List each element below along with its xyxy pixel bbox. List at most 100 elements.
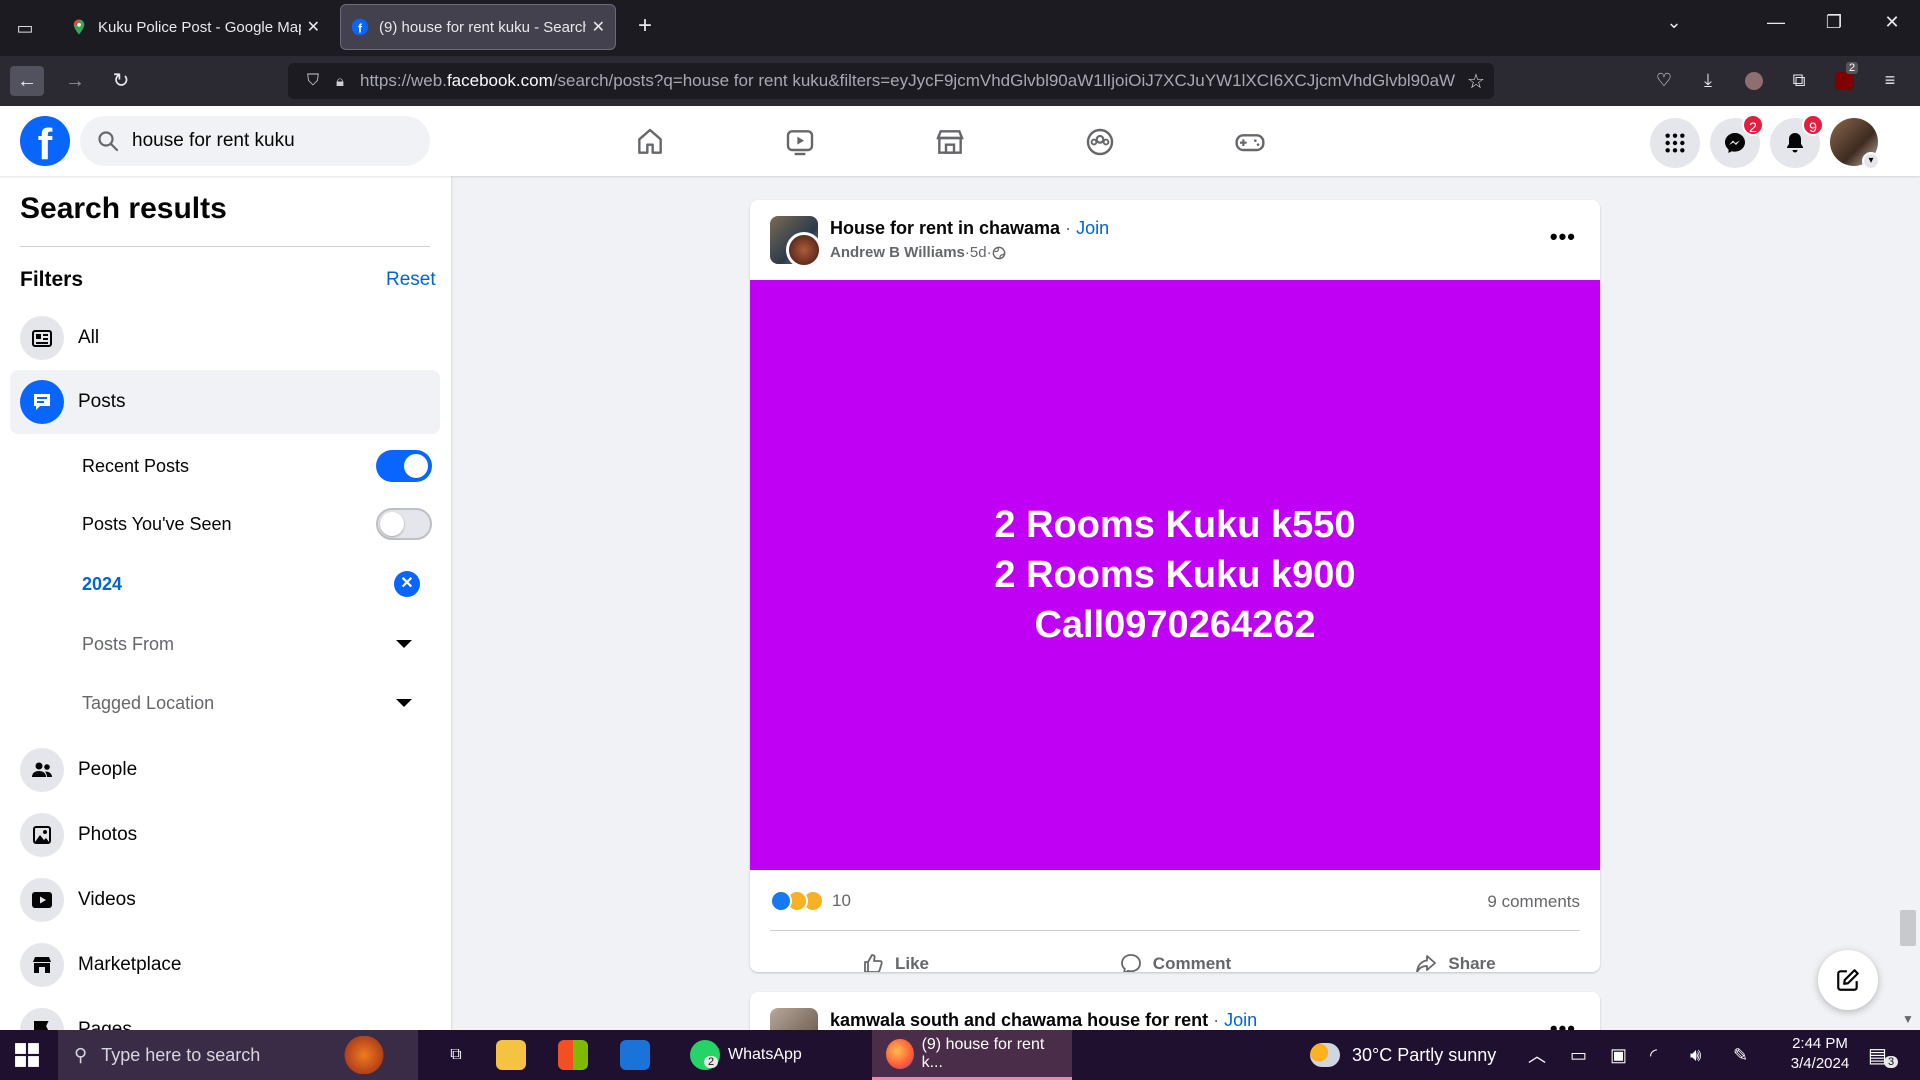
tagged-location-filter[interactable]: Tagged Location xyxy=(82,683,432,723)
comment-button[interactable]: Comment xyxy=(1040,942,1310,972)
sidebar-item-photos[interactable]: Photos xyxy=(10,803,440,867)
weather-widget[interactable]: 30°C Partly sunny xyxy=(1310,1030,1496,1080)
groups-icon xyxy=(1086,128,1114,156)
posts-from-filter[interactable]: Posts From xyxy=(82,624,432,664)
posts-seen-toggle[interactable] xyxy=(376,508,432,540)
post-time-link[interactable]: 5d xyxy=(970,244,987,261)
browser-nav-bar: ← → ↻ ⛉ 🔒︎ https://web.facebook.com/sear… xyxy=(0,56,1920,106)
taskbar-search-box[interactable]: ⚲ Type here to search xyxy=(58,1030,418,1080)
recent-posts-toggle[interactable] xyxy=(376,450,432,482)
author-name-link[interactable]: Andrew B Williams xyxy=(830,244,965,261)
taskbar-file-explorer[interactable] xyxy=(496,1030,534,1080)
volume-icon[interactable]: 🔊︎ xyxy=(1690,1030,1701,1080)
search-icon: ⚲ xyxy=(74,1044,88,1065)
share-button[interactable]: Share xyxy=(1320,942,1590,972)
nav-groups[interactable] xyxy=(1040,120,1160,164)
close-tab-icon[interactable]: ✕ xyxy=(307,17,320,37)
bookmark-star-icon[interactable]: ☆ xyxy=(1458,69,1494,94)
show-hidden-icons[interactable]: ︿ xyxy=(1528,1030,1546,1080)
like-button[interactable]: Like xyxy=(760,942,1030,972)
clock-date: 3/4/2024 xyxy=(1790,1055,1850,1072)
close-window-icon[interactable]: ✕ xyxy=(1872,12,1912,33)
back-icon[interactable]: ← xyxy=(10,66,44,96)
post-text: 2 Rooms Kuku k550 2 Rooms Kuku k900 Call… xyxy=(994,500,1355,650)
chevron-down-icon[interactable]: ▾ xyxy=(1862,152,1880,170)
search-input[interactable] xyxy=(132,130,392,152)
reload-icon[interactable]: ↻ xyxy=(104,66,138,96)
reset-link[interactable]: Reset xyxy=(386,269,436,291)
taskbar-clock[interactable]: 2:44 PM 3/4/2024 xyxy=(1770,1034,1870,1074)
nav-gaming[interactable] xyxy=(1190,120,1310,164)
sidebar-item-people[interactable]: People xyxy=(10,738,440,802)
battery-icon[interactable]: ▭ xyxy=(1570,1030,1587,1080)
taskbar-whatsapp[interactable]: 2 WhatsApp xyxy=(680,1030,812,1080)
scrollbar-thumb[interactable] xyxy=(1900,910,1916,946)
comment-label: Comment xyxy=(1152,954,1232,972)
restore-icon[interactable]: ❐ xyxy=(1814,12,1854,33)
videos-icon xyxy=(20,878,64,922)
messenger-button[interactable]: 2 xyxy=(1710,114,1764,168)
close-tab-icon[interactable]: ✕ xyxy=(592,17,605,37)
sidebar-item-all[interactable]: All xyxy=(10,306,440,370)
pen-icon[interactable]: ✎ xyxy=(1733,1030,1748,1080)
minimize-icon[interactable]: — xyxy=(1756,12,1796,33)
downloads-icon[interactable]: ⤓ xyxy=(1694,70,1722,94)
facebook-logo-icon[interactable]: f xyxy=(20,116,70,166)
taskbar-store[interactable] xyxy=(558,1030,596,1080)
pages-icon xyxy=(20,1008,64,1030)
taskbar-firefox[interactable]: (9) house for rent k... xyxy=(872,1030,1072,1080)
task-view-icon[interactable]: ⧉ xyxy=(436,1030,476,1080)
sidebar-item-pages[interactable]: Pages xyxy=(10,998,440,1030)
compose-icon xyxy=(1837,969,1859,991)
nav-video[interactable] xyxy=(740,120,860,164)
post-options-icon[interactable]: ••• xyxy=(1550,224,1576,250)
author-avatar[interactable] xyxy=(786,232,822,268)
reaction-summary[interactable]: 10 xyxy=(770,890,851,912)
taskbar-mail[interactable] xyxy=(620,1030,658,1080)
forward-icon[interactable]: → xyxy=(58,66,92,96)
sidebar-item-posts[interactable]: Posts xyxy=(10,370,440,434)
url-text[interactable]: https://web.facebook.com/search/posts?q=… xyxy=(352,71,1458,91)
profile-dot-icon[interactable] xyxy=(1740,70,1768,94)
separator-dot: · xyxy=(1060,218,1077,238)
lock-icon[interactable]: 🔒︎ xyxy=(328,73,352,90)
reaction-count: 10 xyxy=(832,891,851,910)
windows-start-icon[interactable] xyxy=(14,1042,40,1068)
facebook-search-box[interactable] xyxy=(80,116,430,166)
tab-list-icon[interactable]: ▭ xyxy=(10,14,40,42)
extensions-icon[interactable]: ⧉ xyxy=(1785,70,1813,94)
tab-google-maps[interactable]: Kuku Police Post - Google Maps ✕ xyxy=(60,4,330,50)
scroll-down-icon[interactable]: ▼ xyxy=(1902,1012,1914,1026)
tab-title: Kuku Police Post - Google Maps xyxy=(98,18,301,36)
new-message-button[interactable] xyxy=(1818,950,1878,1010)
sidebar-item-marketplace[interactable]: Marketplace xyxy=(10,933,440,997)
sidebar-item-label: All xyxy=(78,327,100,348)
tab-facebook-search[interactable]: f (9) house for rent kuku - Search ✕ xyxy=(340,4,616,50)
tracking-shield-icon[interactable]: ⛉ xyxy=(298,72,328,90)
notifications-button[interactable]: 9 xyxy=(1770,114,1824,168)
meet-now-icon[interactable]: ▣ xyxy=(1610,1030,1627,1080)
nav-home[interactable] xyxy=(590,120,710,164)
group-avatar[interactable] xyxy=(770,216,822,268)
app-root: ▭ Kuku Police Post - Google Maps ✕ f (9)… xyxy=(0,0,1920,1080)
action-center-icon[interactable]: ▤ 3 xyxy=(1868,1030,1899,1080)
like-label: Like xyxy=(894,954,930,972)
pocket-icon[interactable]: ♡ xyxy=(1650,70,1678,94)
group-name-link[interactable]: House for rent in chawama xyxy=(830,218,1060,238)
menu-icon[interactable]: ≡ xyxy=(1876,70,1904,94)
wifi-icon[interactable]: ◜ xyxy=(1650,1030,1657,1080)
sidebar-item-videos[interactable]: Videos xyxy=(10,868,440,932)
tab-overflow-icon[interactable]: ⌄ xyxy=(1654,12,1694,33)
menu-grid-button[interactable] xyxy=(1650,118,1700,168)
join-group-link[interactable]: Join xyxy=(1224,1010,1257,1030)
join-group-link[interactable]: Join xyxy=(1076,218,1109,238)
clock-time: 2:44 PM xyxy=(1792,1035,1848,1052)
date-posted-filter[interactable]: 2024 ✕ xyxy=(82,564,432,604)
clear-filter-icon[interactable]: ✕ xyxy=(394,571,420,597)
group-name-link[interactable]: kamwala south and chawama house for rent xyxy=(830,1010,1208,1030)
nav-marketplace[interactable] xyxy=(890,120,1010,164)
comments-count-link[interactable]: 9 comments xyxy=(1487,892,1580,912)
new-tab-button[interactable]: + xyxy=(630,12,660,42)
address-bar[interactable]: ⛉ 🔒︎ https://web.facebook.com/search/pos… xyxy=(288,63,1494,99)
ublock-icon[interactable]: 2 xyxy=(1830,62,1859,94)
